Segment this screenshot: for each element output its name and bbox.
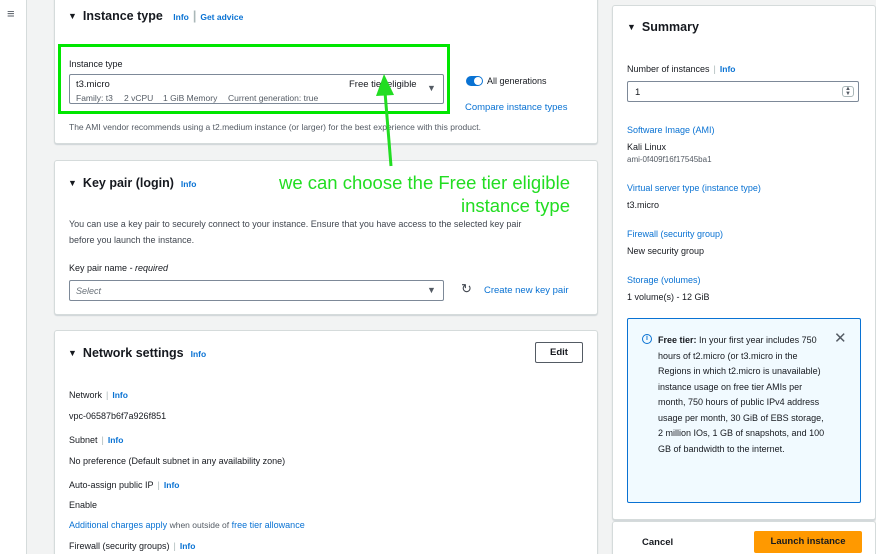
separator: | [713, 64, 716, 74]
summary-actions-panel: Cancel Launch instance [612, 521, 876, 554]
storage-label[interactable]: Storage (volumes) [627, 275, 701, 285]
software-image-label[interactable]: Software Image (AMI) [627, 125, 715, 135]
caret-down-icon: ▼ [68, 11, 77, 21]
summary-title: Summary [641, 20, 699, 34]
info-link[interactable]: Info [720, 64, 736, 74]
info-link[interactable]: Info [164, 480, 180, 490]
public-ip-label: Auto-assign public IP [69, 480, 154, 490]
network-settings-title: Network settings [82, 346, 184, 360]
subnet-value: No preference (Default subnet in any ava… [69, 456, 286, 466]
instance-type-title: Instance type [82, 9, 163, 23]
caret-down-icon: ▼ [68, 178, 77, 188]
network-value: vpc-06587b6f7a926f851 [69, 411, 167, 421]
firewall-summary-value: New security group [627, 246, 705, 256]
virtual-server-type-label[interactable]: Virtual server type (instance type) [627, 183, 761, 193]
cancel-button[interactable]: Cancel [642, 537, 673, 548]
annotation-line-2: instance type [460, 195, 570, 216]
key-pair-title: Key pair (login) [82, 176, 174, 190]
network-label-row: Network | Info [69, 390, 128, 400]
key-pair-description-2: before you launch the instance. [69, 235, 195, 245]
free-tier-callout: i Free tier: In your first year includes… [627, 318, 861, 503]
separator: | [101, 435, 104, 445]
all-generations-label: All generations [487, 76, 547, 86]
hamburger-menu-icon[interactable]: ≡ [7, 7, 19, 20]
charges-text: when outside of [169, 520, 230, 530]
close-icon[interactable]: ✕ [834, 329, 847, 347]
number-of-instances-value: 1 [635, 87, 641, 98]
launch-instance-button[interactable]: Launch instance [754, 531, 862, 553]
compare-instance-types-link[interactable]: Compare instance types [465, 102, 567, 113]
additional-charges-link[interactable]: Additional charges apply [69, 520, 167, 530]
firewall-summary-label[interactable]: Firewall (security group) [627, 229, 723, 239]
subnet-label-row: Subnet | Info [69, 435, 123, 445]
number-of-instances-input[interactable]: 1 ▲ ▼ [627, 81, 859, 102]
highlight-box [58, 44, 450, 114]
get-advice-link[interactable]: Get advice [200, 12, 243, 22]
caret-down-icon: ▼ [68, 348, 77, 358]
create-key-pair-link[interactable]: Create new key pair [484, 285, 568, 296]
edit-button[interactable]: Edit [535, 342, 583, 363]
charges-row: Additional charges apply when outside of… [69, 520, 305, 530]
caret-down-icon: ▼ [627, 22, 636, 32]
free-tier-text: In your first year includes 750 hours of… [658, 335, 825, 454]
key-pair-name-label: Key pair name - required [69, 263, 168, 273]
dropdown-caret-icon: ▼ [427, 285, 436, 295]
separator: | [192, 9, 197, 23]
summary-heading[interactable]: ▼ Summary [627, 20, 699, 34]
key-pair-description: You can use a key pair to securely conne… [69, 219, 522, 229]
firewall-label-row: Firewall (security groups) | Info [69, 541, 195, 551]
info-link[interactable]: Info [173, 12, 189, 22]
annotation-text: we can choose the Free tier eligible ins… [218, 171, 570, 217]
software-image-id: ami-0f409f16f17545ba1 [627, 155, 712, 164]
separator: | [157, 480, 160, 490]
number-of-instances-label: Number of instances [627, 64, 710, 74]
annotation-line-1: we can choose the Free tier eligible [278, 172, 570, 193]
free-tier-allowance-link[interactable]: free tier allowance [232, 520, 305, 530]
subnet-label: Subnet [69, 435, 98, 445]
info-link[interactable]: Info [181, 179, 197, 189]
side-navigation: ≡ [0, 0, 27, 554]
network-label: Network [69, 390, 103, 400]
info-circle-icon: i [642, 334, 652, 344]
firewall-label: Firewall (security groups) [69, 541, 170, 551]
storage-value: 1 volume(s) - 12 GiB [627, 292, 710, 302]
virtual-server-type-value: t3.micro [627, 200, 660, 210]
network-settings-panel: ▼ Network settings Info Edit Network | Info… [54, 330, 598, 554]
info-link[interactable]: Info [108, 435, 124, 445]
free-tier-title: Free tier: [658, 335, 697, 345]
free-tier-text-block: Free tier: In your first year includes 7… [658, 333, 828, 457]
separator: | [106, 390, 109, 400]
all-generations-toggle[interactable] [466, 76, 483, 86]
summary-panel: ▼ Summary Number of instances | Info 1 ▲ ▼ S… [612, 5, 876, 520]
network-settings-heading[interactable]: ▼ Network settings Info [68, 346, 206, 360]
stepper-icon[interactable]: ▲ ▼ [842, 86, 854, 97]
refresh-icon[interactable]: ↻ [461, 281, 472, 297]
key-pair-heading[interactable]: ▼ Key pair (login) Info [68, 176, 196, 190]
info-link[interactable]: Info [191, 349, 207, 359]
ami-recommendation-note: The AMI vendor recommends using a t2.med… [69, 122, 481, 132]
info-link[interactable]: Info [180, 541, 196, 551]
public-ip-label-row: Auto-assign public IP | Info [69, 480, 179, 490]
separator: | [173, 541, 176, 551]
key-pair-select[interactable]: Select ▼ [69, 280, 444, 301]
required-text: - required [129, 263, 169, 273]
instance-type-heading[interactable]: ▼ Instance type Info | Get advice [68, 9, 243, 23]
info-link[interactable]: Info [112, 390, 128, 400]
public-ip-value: Enable [69, 500, 98, 510]
software-image-value: Kali Linux [627, 142, 667, 152]
key-pair-placeholder: Select [76, 286, 102, 296]
number-of-instances-row: Number of instances | Info [627, 64, 735, 74]
key-pair-name-text: Key pair name [69, 263, 128, 273]
